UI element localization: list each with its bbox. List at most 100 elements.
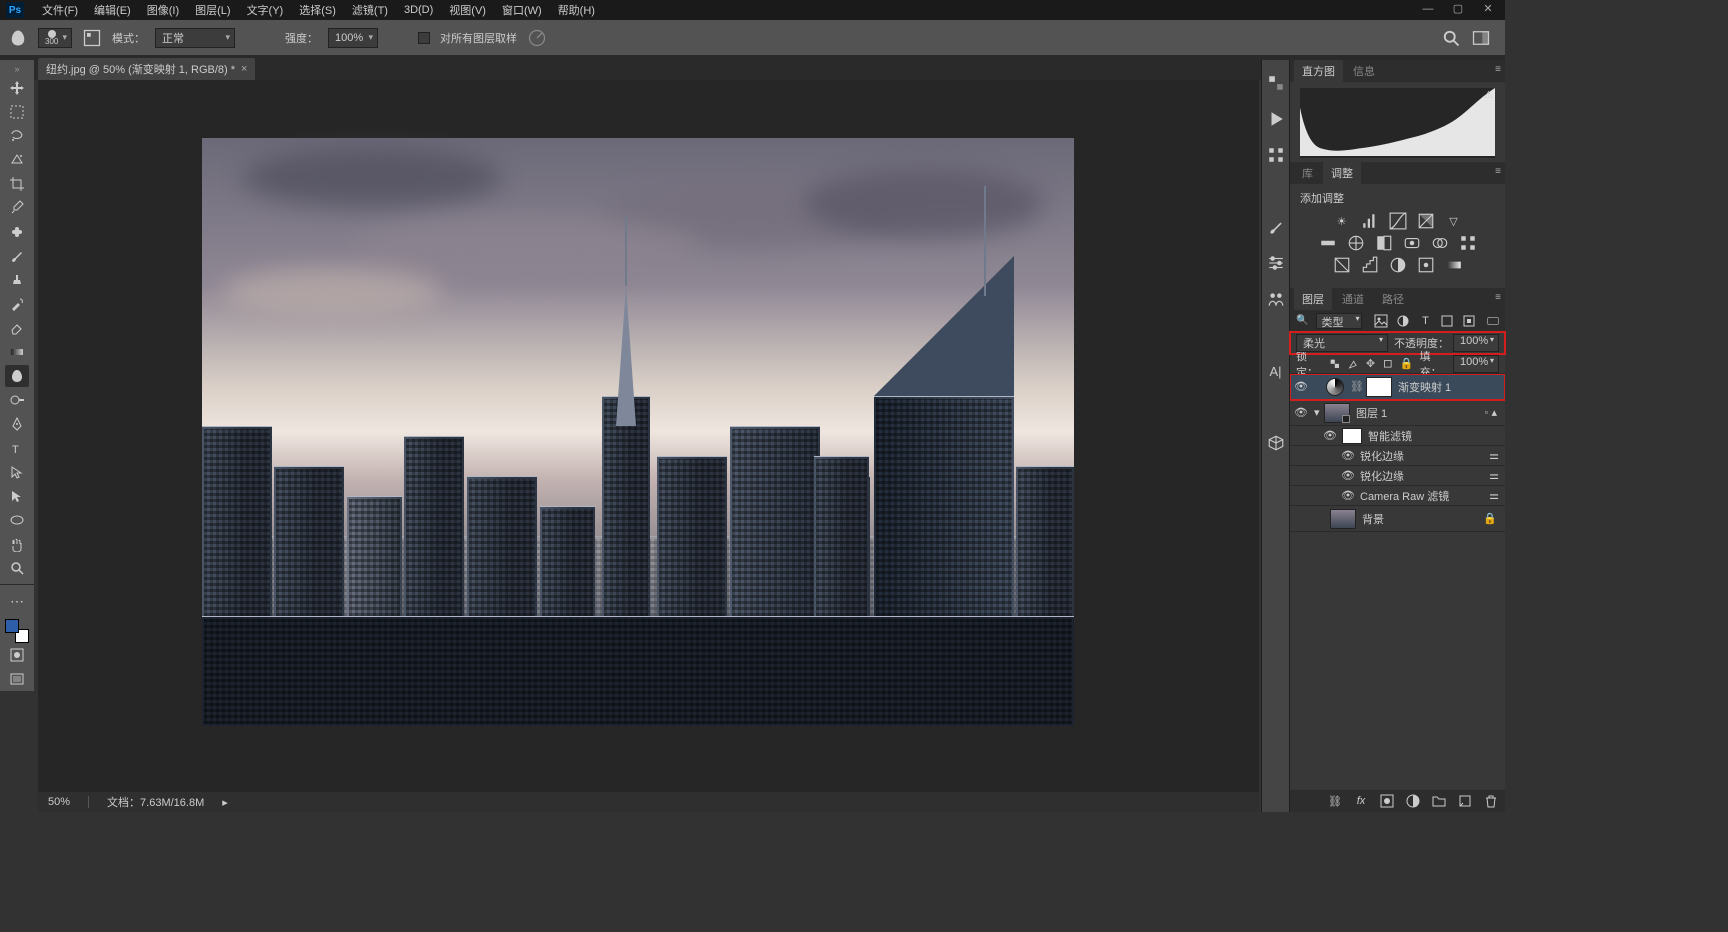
mode-select[interactable]: 正常 <box>155 28 235 48</box>
fg-color[interactable] <box>5 619 19 633</box>
gradient-tool[interactable] <box>5 341 29 363</box>
smart-filter-item[interactable]: 👁 锐化边缘 ⚌ <box>1290 446 1505 466</box>
marquee-tool[interactable] <box>5 101 29 123</box>
filter-smart-icon[interactable] <box>1462 314 1476 328</box>
visibility-icon[interactable]: 👁 <box>1342 490 1354 502</box>
adjust-panel-menu[interactable]: ≡ <box>1495 166 1501 177</box>
smart-filter-item[interactable]: 👁 锐化边缘 ⚌ <box>1290 466 1505 486</box>
filter-blend-icon[interactable]: ⚌ <box>1489 469 1499 482</box>
adj-curves-icon[interactable] <box>1389 212 1407 230</box>
sample-all-checkbox[interactable] <box>418 32 430 44</box>
menu-view[interactable]: 视图(V) <box>441 0 494 20</box>
layer-smart-object[interactable]: 👁 ▾ 图层 1 ◦ ▴ <box>1290 400 1505 426</box>
adj-exposure-icon[interactable] <box>1417 212 1435 230</box>
doc-info[interactable]: 文档：7.63M/16.8M <box>107 794 204 810</box>
brush-preset[interactable]: 300 <box>38 28 72 48</box>
healing-tool[interactable] <box>5 221 29 243</box>
adj-threshold-icon[interactable] <box>1389 256 1407 274</box>
tab-libraries[interactable]: 库 <box>1294 162 1321 184</box>
layer-thumb[interactable] <box>1330 509 1356 529</box>
close-tab-icon[interactable]: × <box>241 63 247 75</box>
lock-position-icon[interactable]: ✥ <box>1365 357 1377 371</box>
menu-select[interactable]: 选择(S) <box>291 0 344 20</box>
layers-panel-menu[interactable]: ≡ <box>1495 292 1501 303</box>
smart-filters-header[interactable]: 👁 智能滤镜 <box>1290 426 1505 446</box>
visibility-icon[interactable]: 👁 <box>1324 430 1336 442</box>
blur-tool[interactable] <box>5 365 29 387</box>
quickmask-toggle[interactable] <box>5 644 29 666</box>
zoom-level[interactable]: 50% <box>48 796 70 808</box>
quick-select-tool[interactable] <box>5 149 29 171</box>
adj-selcolor-icon[interactable] <box>1417 256 1435 274</box>
adj-vibrance-icon[interactable]: ▽ <box>1445 212 1463 230</box>
minimize-button[interactable]: — <box>1417 3 1439 17</box>
adj-photofilter-icon[interactable] <box>1403 234 1421 252</box>
visibility-icon[interactable]: 👁 <box>1294 380 1308 394</box>
filter-expand-icon[interactable]: ◦ ▴ <box>1485 406 1497 419</box>
collapsed-styles-icon[interactable] <box>1267 146 1285 164</box>
direct-select-tool[interactable] <box>5 485 29 507</box>
shape-tool[interactable] <box>5 509 29 531</box>
lasso-tool[interactable] <box>5 125 29 147</box>
filter-mask-thumb[interactable] <box>1342 428 1362 444</box>
eyedropper-tool[interactable] <box>5 197 29 219</box>
color-swatches[interactable] <box>5 619 29 643</box>
menu-type[interactable]: 文字(Y) <box>239 0 292 20</box>
visibility-icon[interactable]: 👁 <box>1342 450 1354 462</box>
layer-name[interactable]: 图层 1 <box>1356 405 1479 421</box>
menu-window[interactable]: 窗口(W) <box>494 0 550 20</box>
layer-thumb[interactable] <box>1324 403 1350 423</box>
adj-bw-icon[interactable] <box>1375 234 1393 252</box>
visibility-icon[interactable]: 👁 <box>1294 406 1308 420</box>
zoom-tool[interactable] <box>5 557 29 579</box>
strength-select[interactable]: 100% <box>328 28 378 48</box>
collapsed-brush-icon[interactable] <box>1267 218 1285 236</box>
crop-tool[interactable] <box>5 173 29 195</box>
tab-histogram[interactable]: 直方图 <box>1294 60 1343 82</box>
adj-brightness-icon[interactable]: ☀ <box>1333 212 1351 230</box>
add-mask-icon[interactable] <box>1379 793 1395 809</box>
adj-levels-icon[interactable] <box>1361 212 1379 230</box>
link-mask-icon[interactable]: ⛓ <box>1350 380 1360 394</box>
path-select-tool[interactable] <box>5 461 29 483</box>
fill-select[interactable]: 100% <box>1453 355 1499 373</box>
type-tool[interactable]: T <box>5 437 29 459</box>
move-tool[interactable] <box>5 77 29 99</box>
layer-name[interactable]: 渐变映射 1 <box>1398 379 1501 395</box>
collapsed-color-icon[interactable] <box>1267 74 1285 92</box>
layer-gradient-map[interactable]: 👁 ⛓ 渐变映射 1 <box>1290 374 1505 400</box>
new-adjustment-icon[interactable] <box>1405 793 1421 809</box>
hand-tool[interactable] <box>5 533 29 555</box>
eraser-tool[interactable] <box>5 317 29 339</box>
lock-image-icon[interactable] <box>1347 357 1359 371</box>
tab-adjustments[interactable]: 调整 <box>1323 162 1361 184</box>
new-layer-icon[interactable] <box>1457 793 1473 809</box>
blend-mode-select[interactable]: 柔光 <box>1296 334 1388 352</box>
pressure-icon[interactable] <box>527 28 547 48</box>
adj-hue-icon[interactable] <box>1319 234 1337 252</box>
maximize-button[interactable]: ▢ <box>1447 3 1469 17</box>
lock-artboard-icon[interactable] <box>1382 357 1394 371</box>
menu-filter[interactable]: 滤镜(T) <box>344 0 396 20</box>
stamp-tool[interactable] <box>5 269 29 291</box>
layers-kind-select[interactable]: 类型 <box>1316 313 1362 329</box>
adj-invert-icon[interactable] <box>1333 256 1351 274</box>
filter-toggle[interactable] <box>1487 317 1499 325</box>
filter-blend-icon[interactable]: ⚌ <box>1489 449 1499 462</box>
tab-channels[interactable]: 通道 <box>1334 288 1372 310</box>
tab-layers[interactable]: 图层 <box>1294 288 1332 310</box>
close-button[interactable]: ✕ <box>1477 3 1499 17</box>
filter-adjust-icon[interactable] <box>1396 314 1410 328</box>
delete-layer-icon[interactable] <box>1483 793 1499 809</box>
opacity-select[interactable]: 100% <box>1453 334 1499 352</box>
lock-transparent-icon[interactable] <box>1329 357 1341 371</box>
screen-mode[interactable] <box>5 668 29 690</box>
history-brush-tool[interactable] <box>5 293 29 315</box>
lock-all-icon[interactable]: 🔒 <box>1400 357 1414 371</box>
pen-tool[interactable] <box>5 413 29 435</box>
layer-name[interactable]: 背景 <box>1362 511 1477 527</box>
adj-channelmix-icon[interactable] <box>1431 234 1449 252</box>
doc-info-chevron[interactable]: ▸ <box>222 796 228 809</box>
workspace-icon[interactable] <box>1471 28 1491 48</box>
filter-type-icon[interactable]: T <box>1418 314 1432 328</box>
